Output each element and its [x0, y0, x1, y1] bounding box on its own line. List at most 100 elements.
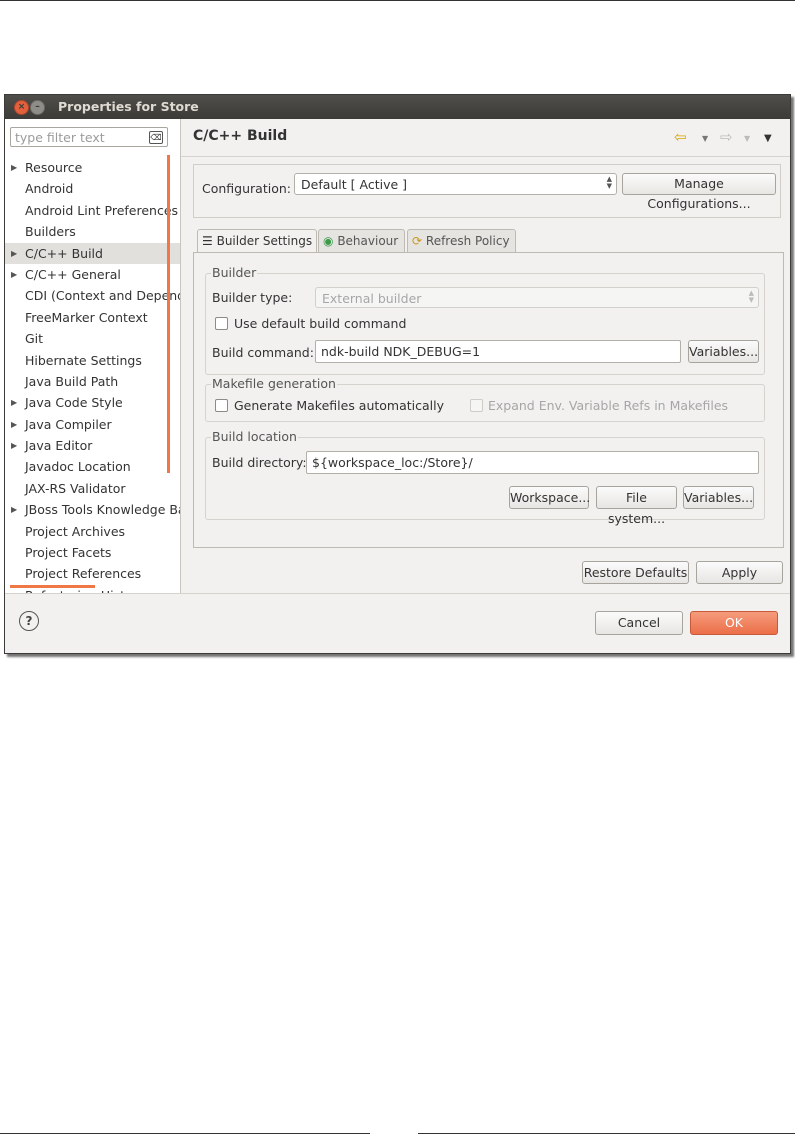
back-arrow-icon[interactable]: ⇦: [674, 128, 687, 146]
builder-settings-panel: Builder Builder type: External builder ▲…: [193, 252, 784, 548]
build-command-input[interactable]: ndk-build NDK_DEBUG=1: [315, 340, 681, 363]
sidebar-item-label: Project Archives: [25, 523, 126, 539]
sidebar-item-label: Builders: [25, 224, 76, 240]
page-title: C/C++ Build: [193, 128, 288, 144]
sidebar-item[interactable]: ▶ Java Code Style: [5, 392, 180, 413]
workspace-button[interactable]: Workspace...: [509, 486, 590, 509]
sidebar-item[interactable]: Git: [5, 328, 180, 349]
configuration-value: Default [ Active ]: [301, 177, 408, 192]
sidebar-item[interactable]: Java Build Path: [5, 371, 180, 392]
tab-behaviour[interactable]: ◉ Behaviour: [318, 229, 405, 252]
expand-env-vars-label: Expand Env. Variable Refs in Makefiles: [488, 398, 729, 413]
configuration-panel: Configuration: Default [ Active ] ▲ ▼ Man…: [193, 164, 781, 218]
sidebar-item[interactable]: FreeMarker Context: [5, 307, 180, 328]
sidebar-item[interactable]: Javadoc Location: [5, 456, 180, 477]
configuration-select[interactable]: Default [ Active ] ▲ ▼: [294, 173, 617, 195]
build-directory-label: Build directory:: [212, 455, 307, 470]
use-default-build-command-label: Use default build command: [234, 316, 407, 331]
clear-filter-icon[interactable]: ⌫: [149, 131, 163, 144]
sidebar-item[interactable]: ▶ C/C++ General: [5, 264, 180, 285]
sidebar-item[interactable]: Android Lint Preferences: [5, 200, 180, 221]
sidebar-item[interactable]: Builders: [5, 221, 180, 242]
properties-sidebar: type filter text ⌫ ▶ Resource Android Andro…: [5, 119, 181, 593]
page-top-rule: [0, 0, 795, 1]
expand-arrow-icon[interactable]: ▶: [11, 414, 17, 435]
minimize-window-button[interactable]: –: [30, 100, 45, 115]
spinner-arrows-icon: ▲ ▼: [748, 289, 754, 304]
sidebar-item-label: C/C++ Build: [25, 245, 103, 261]
makefile-generation-group: Makefile generation Generate Makefiles a…: [205, 376, 765, 422]
scroll-highlight: [167, 155, 170, 473]
property-page: C/C++ Build ⇦ ▼ ⇨ ▼ ▼ Configuration: Def…: [181, 119, 790, 593]
expand-arrow-icon[interactable]: ▶: [11, 499, 17, 520]
title-bar: × – Properties for Store: [5, 95, 790, 119]
sidebar-item-label: Android: [25, 181, 74, 197]
page-bottom-rule-left: [0, 1133, 370, 1134]
expand-arrow-icon[interactable]: ▶: [11, 392, 17, 413]
apply-button[interactable]: Apply: [696, 561, 783, 584]
sidebar-item-label: JAX-RS Validator: [25, 480, 126, 496]
build-command-label: Build command:: [212, 345, 314, 360]
sidebar-item[interactable]: ▶ Java Compiler: [5, 414, 180, 435]
sidebar-item-label: Java Compiler: [25, 416, 112, 432]
generate-makefiles-checkbox[interactable]: [215, 399, 228, 412]
file-system-button[interactable]: File system...: [596, 486, 677, 526]
builder-type-select[interactable]: External builder ▲ ▼: [315, 287, 759, 308]
sidebar-item-label: C/C++ General: [25, 266, 121, 282]
sidebar-item[interactable]: CDI (Context and Dependency Injection): [5, 285, 180, 306]
expand-env-vars-checkbox[interactable]: [470, 399, 483, 412]
expand-arrow-icon[interactable]: ▶: [11, 264, 17, 285]
builder-type-label: Builder type:: [212, 290, 293, 305]
forward-arrow-icon[interactable]: ⇨: [720, 128, 733, 146]
builder-variables-button[interactable]: Variables...: [688, 340, 759, 363]
close-window-button[interactable]: ×: [14, 100, 29, 115]
makefile-group-title: Makefile generation: [211, 376, 337, 391]
build-directory-input[interactable]: ${workspace_loc:/Store}/: [306, 451, 759, 474]
expand-arrow-icon[interactable]: ▶: [11, 243, 17, 264]
tab-label: Builder Settings: [216, 234, 313, 248]
generate-makefiles-label: Generate Makefiles automatically: [234, 398, 445, 413]
location-variables-button[interactable]: Variables...: [683, 486, 754, 509]
manage-configurations-button[interactable]: Manage Configurations...: [622, 173, 776, 211]
sidebar-item[interactable]: ▶ Resource: [5, 157, 180, 178]
properties-dialog: × – Properties for Store type filter tex…: [4, 94, 791, 654]
configuration-label: Configuration:: [202, 181, 291, 196]
tab-builder-settings[interactable]: ☰ Builder Settings: [197, 229, 317, 253]
sidebar-item[interactable]: Android: [5, 178, 180, 199]
sidebar-item[interactable]: Project References: [5, 563, 180, 584]
sidebar-item-label: Javadoc Location: [25, 459, 131, 475]
sidebar-item-label: Project References: [25, 566, 142, 582]
help-icon[interactable]: ?: [19, 611, 39, 631]
sidebar-item-label: Java Code Style: [25, 395, 123, 411]
view-menu-icon[interactable]: ▼: [764, 133, 772, 144]
filter-placeholder: type filter text: [15, 130, 105, 145]
back-history-dropdown-icon[interactable]: ▼: [702, 134, 708, 143]
sidebar-item[interactable]: Project Facets: [5, 542, 180, 563]
sidebar-item[interactable]: ▶ Java Editor: [5, 435, 180, 456]
sidebar-item[interactable]: Hibernate Settings: [5, 350, 180, 371]
sidebar-item[interactable]: ▶ C/C++ Build: [5, 242, 180, 264]
expand-arrow-icon[interactable]: ▶: [11, 435, 17, 456]
spinner-arrows-icon: ▲ ▼: [606, 175, 612, 190]
forward-history-dropdown-icon[interactable]: ▼: [744, 134, 750, 143]
expand-arrow-icon[interactable]: ▶: [11, 157, 17, 178]
sidebar-item-label: Java Build Path: [25, 373, 119, 389]
sidebar-item[interactable]: Project Archives: [5, 521, 180, 542]
sidebar-item-label: Git: [25, 331, 44, 347]
filter-input[interactable]: type filter text ⌫: [10, 127, 168, 147]
sidebar-item-label: Android Lint Preferences: [25, 202, 179, 218]
sidebar-item[interactable]: ▶ JBoss Tools Knowledge Base: [5, 499, 180, 520]
builder-group-title: Builder: [211, 265, 258, 280]
cancel-button[interactable]: Cancel: [595, 611, 683, 635]
ok-button[interactable]: OK: [690, 611, 778, 635]
sidebar-item[interactable]: JAX-RS Validator: [5, 478, 180, 499]
tab-label: Refresh Policy: [425, 234, 510, 248]
sidebar-item-label: Project Facets: [25, 545, 112, 561]
tab-refresh-policy[interactable]: ⟳ Refresh Policy: [407, 229, 516, 252]
page-bottom-rule-right: [418, 1133, 795, 1134]
restore-defaults-button[interactable]: Restore Defaults: [582, 561, 689, 584]
use-default-build-command-checkbox[interactable]: [215, 317, 228, 330]
sidebar-item-label: Hibernate Settings: [25, 352, 142, 368]
sidebar-item-label: CDI (Context and Dependency Injection): [25, 288, 180, 304]
build-location-group-title: Build location: [211, 429, 298, 444]
